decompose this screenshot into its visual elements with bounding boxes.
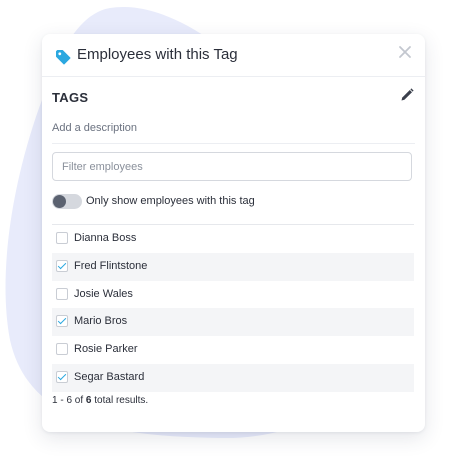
employee-name: Fred Flintstone xyxy=(74,259,148,272)
list-item[interactable]: Dianna Boss xyxy=(52,225,414,253)
tag-name: TAGS xyxy=(52,90,89,105)
only-tagged-toggle[interactable] xyxy=(52,194,82,209)
dialog-title: Employees with this Tag xyxy=(77,46,238,63)
employee-checkbox[interactable] xyxy=(56,343,68,356)
employee-checkbox[interactable] xyxy=(56,232,68,244)
employee-name: Mario Bros xyxy=(74,315,128,328)
pencil-icon[interactable] xyxy=(400,88,414,102)
employee-name: Rosie Parker xyxy=(74,343,138,356)
employee-checkbox[interactable] xyxy=(56,370,68,383)
employee-checkbox[interactable] xyxy=(56,315,68,328)
list-item[interactable]: Josie Wales xyxy=(52,281,414,309)
employee-checkbox[interactable] xyxy=(56,259,68,272)
employee-name: Dianna Boss xyxy=(74,232,137,244)
filter-employees-input[interactable] xyxy=(52,152,412,181)
results-summary: 1 - 6 of 6 total results. xyxy=(52,395,148,406)
divider xyxy=(52,143,415,144)
results-suffix: total results. xyxy=(94,395,149,406)
list-item[interactable]: Segar Bastard xyxy=(52,363,414,392)
results-total: 6 xyxy=(85,395,92,406)
toggle-knob xyxy=(53,195,66,208)
list-item[interactable]: Mario Bros xyxy=(52,308,414,337)
toggle-label: Only show employees with this tag xyxy=(86,195,255,207)
employee-checkbox[interactable] xyxy=(56,287,68,300)
employee-name: Josie Wales xyxy=(74,287,133,300)
list-item[interactable]: Rosie Parker xyxy=(52,336,414,364)
employee-list: Dianna Boss Fred Flintstone Josie Wales … xyxy=(52,224,414,392)
tag-employees-dialog: Employees with this Tag TAGS Add a descr… xyxy=(42,34,425,432)
tag-icon xyxy=(56,50,71,65)
list-item[interactable]: Fred Flintstone xyxy=(52,252,414,281)
close-icon[interactable] xyxy=(397,44,413,60)
results-prefix: 1 - 6 of xyxy=(52,395,84,406)
add-description-field[interactable]: Add a description xyxy=(52,122,137,134)
employee-name: Segar Bastard xyxy=(74,370,145,383)
dialog-header: Employees with this Tag xyxy=(42,34,425,77)
